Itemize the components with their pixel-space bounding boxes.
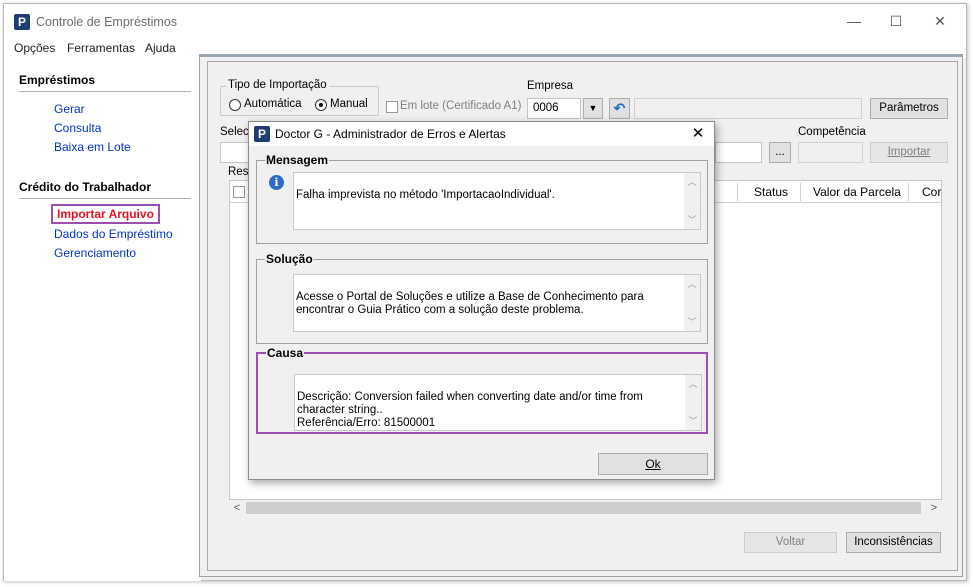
empresa-dropdown-button[interactable]: ▼ bbox=[583, 98, 603, 119]
mensagem-section: Mensagem i Falha imprevista no método 'I… bbox=[256, 153, 708, 244]
scroll-down-icon[interactable]: ﹀ bbox=[685, 414, 701, 428]
column-header-status[interactable]: Status bbox=[754, 185, 788, 199]
radio-manual-label: Manual bbox=[330, 98, 368, 110]
browse-button[interactable]: ... bbox=[769, 142, 791, 163]
importar-button[interactable]: Importar bbox=[870, 142, 948, 163]
sidebar-item-consulta[interactable]: Consulta bbox=[54, 121, 101, 135]
solucao-content: Acesse o Portal de Soluções e utilize a … bbox=[296, 291, 644, 316]
sidebar-section-emprestimos: Empréstimos bbox=[19, 73, 96, 87]
sidebar: Empréstimos Gerar Consulta Baixa em Lote… bbox=[4, 58, 201, 581]
window-title: Controle de Empréstimos bbox=[36, 15, 178, 29]
mensagem-scrollbar[interactable]: ︿ ﹀ bbox=[684, 173, 700, 229]
empresa-field[interactable]: 0006 bbox=[527, 98, 581, 119]
column-separator bbox=[737, 183, 738, 201]
app-logo-icon: P bbox=[14, 14, 30, 30]
scroll-thumb[interactable] bbox=[246, 502, 921, 514]
divider bbox=[19, 198, 191, 199]
dialog-title: Doctor G - Administrador de Erros e Aler… bbox=[275, 127, 506, 141]
menu-opcoes[interactable]: Opções bbox=[14, 41, 55, 55]
causa-section: Causa Descrição: Conversion failed when … bbox=[256, 346, 708, 434]
title-bar: P Controle de Empréstimos — ☐ ✕ bbox=[4, 4, 966, 38]
scroll-left-icon[interactable]: < bbox=[229, 500, 245, 516]
solucao-legend: Solução bbox=[265, 252, 314, 266]
menu-ajuda[interactable]: Ajuda bbox=[145, 41, 176, 55]
dialog-close-button[interactable]: ✕ bbox=[688, 124, 708, 144]
undo-icon: ↶ bbox=[613, 100, 626, 116]
radio-manual[interactable] bbox=[315, 99, 327, 111]
app-logo-icon: P bbox=[254, 126, 270, 142]
solucao-section: Solução Acesse o Portal de Soluções e ut… bbox=[256, 252, 708, 344]
empresa-name-field bbox=[634, 98, 862, 119]
parametros-button[interactable]: Parâmetros bbox=[870, 98, 948, 119]
select-all-checkbox[interactable] bbox=[233, 186, 245, 198]
scroll-up-icon[interactable]: ︿ bbox=[684, 277, 700, 291]
causa-legend: Causa bbox=[266, 346, 305, 360]
tipo-importacao-legend: Tipo de Importação bbox=[226, 79, 329, 91]
mensagem-content: Falha imprevista no método 'ImportacaoIn… bbox=[296, 189, 555, 201]
scroll-up-icon[interactable]: ︿ bbox=[685, 377, 701, 391]
scroll-down-icon[interactable]: ﹀ bbox=[684, 213, 700, 227]
ok-button[interactable]: Ok bbox=[598, 453, 708, 475]
selecionar-label: Selec bbox=[220, 126, 249, 138]
maximize-button[interactable]: ☐ bbox=[876, 10, 916, 32]
menu-ferramentas[interactable]: Ferramentas bbox=[67, 41, 135, 55]
empresa-label: Empresa bbox=[527, 80, 574, 92]
info-icon: i bbox=[269, 175, 284, 190]
column-separator bbox=[800, 183, 801, 201]
sidebar-item-baixa-em-lote[interactable]: Baixa em Lote bbox=[54, 140, 131, 154]
importar-button-label: Importar bbox=[887, 146, 931, 158]
voltar-button[interactable]: Voltar bbox=[744, 532, 837, 553]
file-path-field-end[interactable] bbox=[715, 142, 762, 163]
sidebar-item-dados-do-emprestimo[interactable]: Dados do Empréstimo bbox=[54, 227, 173, 241]
em-lote-label: Em lote (Certificado A1) bbox=[400, 100, 522, 112]
causa-text: Descrição: Conversion failed when conver… bbox=[294, 374, 702, 431]
sidebar-item-gerenciamento[interactable]: Gerenciamento bbox=[54, 246, 136, 260]
divider bbox=[19, 91, 191, 92]
causa-content: Descrição: Conversion failed when conver… bbox=[297, 391, 643, 429]
scroll-down-icon[interactable]: ﹀ bbox=[684, 315, 700, 329]
error-dialog: P Doctor G - Administrador de Erros e Al… bbox=[248, 121, 715, 480]
radio-automatica-label: Automática bbox=[244, 98, 302, 110]
competencia-field bbox=[798, 142, 863, 163]
sidebar-section-credito: Crédito do Trabalhador bbox=[19, 180, 152, 194]
refresh-button[interactable]: ↶ bbox=[609, 98, 630, 119]
inconsistencias-button[interactable]: Inconsistências bbox=[846, 532, 941, 553]
chevron-down-icon: ▼ bbox=[588, 103, 598, 113]
close-button[interactable]: ✕ bbox=[920, 10, 960, 32]
scroll-up-icon[interactable]: ︿ bbox=[684, 175, 700, 189]
em-lote-checkbox[interactable] bbox=[386, 101, 398, 113]
sidebar-item-importar-arquivo[interactable]: Importar Arquivo bbox=[51, 204, 160, 224]
solucao-scrollbar[interactable]: ︿ ﹀ bbox=[684, 275, 700, 331]
column-separator bbox=[908, 183, 909, 201]
minimize-button[interactable]: — bbox=[834, 10, 874, 32]
file-path-field[interactable] bbox=[220, 142, 250, 163]
competencia-label: Competência bbox=[798, 126, 866, 138]
horizontal-scrollbar[interactable]: < > bbox=[229, 500, 942, 516]
scroll-right-icon[interactable]: > bbox=[926, 500, 942, 516]
mensagem-text: Falha imprevista no método 'ImportacaoIn… bbox=[293, 172, 701, 230]
mensagem-legend: Mensagem bbox=[265, 153, 330, 167]
causa-scrollbar[interactable]: ︿ ﹀ bbox=[685, 375, 701, 430]
column-header-valor-parcela[interactable]: Valor da Parcela bbox=[813, 185, 901, 199]
column-header-cor[interactable]: Cor bbox=[922, 185, 941, 199]
sidebar-item-gerar[interactable]: Gerar bbox=[54, 102, 85, 116]
solucao-text: Acesse o Portal de Soluções e utilize a … bbox=[293, 274, 701, 332]
radio-automatica[interactable] bbox=[229, 99, 241, 111]
dialog-title-bar: P Doctor G - Administrador de Erros e Al… bbox=[249, 122, 714, 146]
